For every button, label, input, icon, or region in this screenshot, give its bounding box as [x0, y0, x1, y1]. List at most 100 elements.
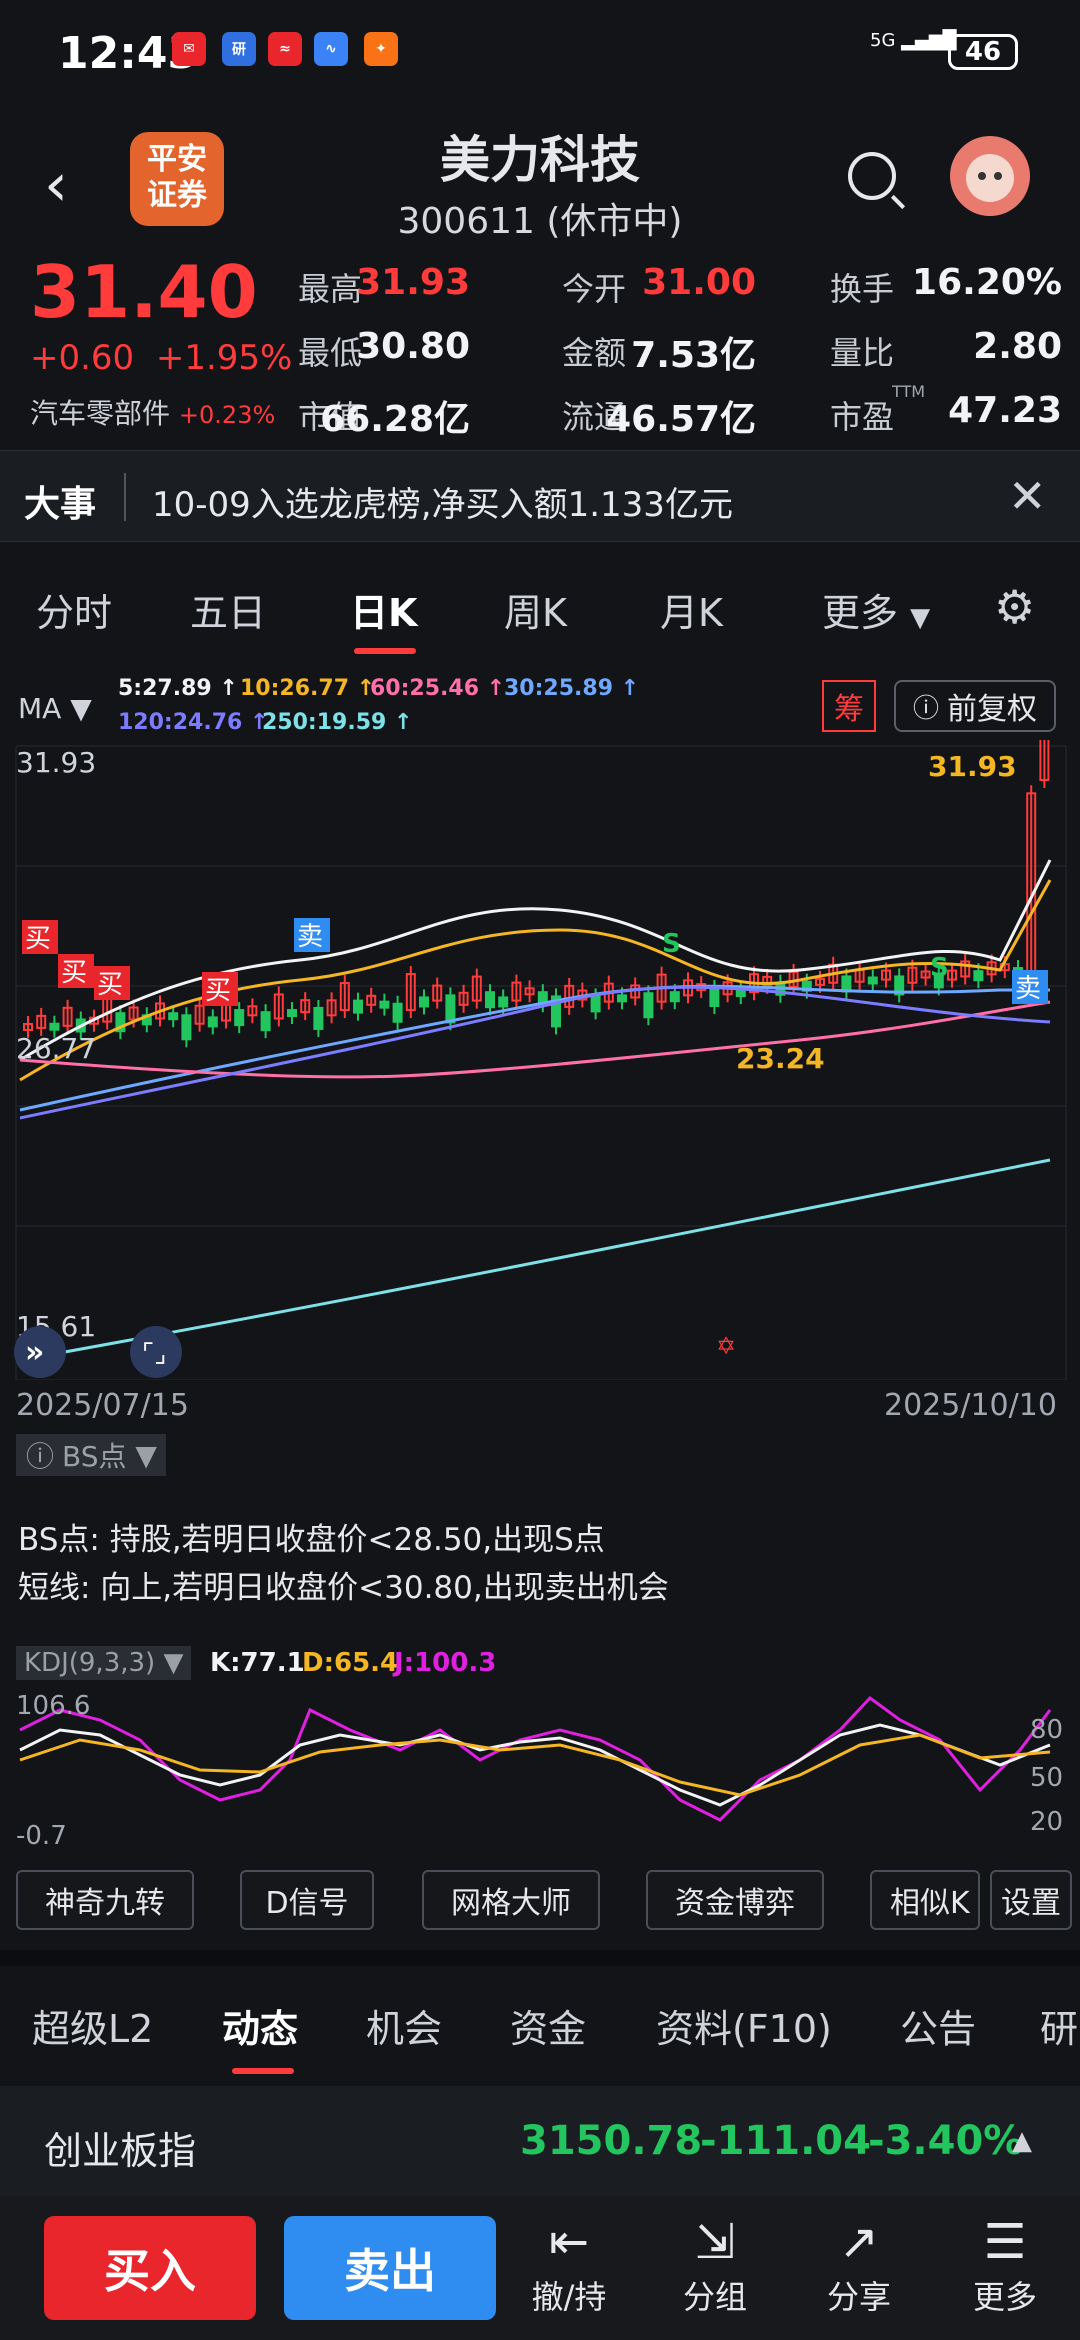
tool-grid-master[interactable]: 网格大师 — [422, 1870, 600, 1930]
sector-info[interactable]: 汽车零部件 +0.23% — [30, 392, 275, 432]
kdj-y-top: 106.6 — [16, 1691, 90, 1721]
active-tab-indicator — [354, 648, 416, 654]
svg-text:⌜⌟: ⌜⌟ — [142, 1339, 166, 1369]
event-star-icon[interactable]: ✡ — [716, 1332, 736, 1360]
adjust-mode-button[interactable]: ⓘ 前复权 — [894, 680, 1056, 732]
stock-header: ‹ 平安证券 美力科技 300611 (休市中) — [0, 110, 1080, 250]
kdj-y-bottom: -0.7 — [16, 1821, 67, 1850]
kdj-k-value: K:77.1 — [210, 1648, 305, 1678]
ma-selector[interactable]: MA ▼ — [18, 692, 92, 725]
tab-day-k[interactable]: 日K — [350, 582, 417, 637]
chevron-up-icon[interactable]: ▲ — [1012, 2126, 1032, 2156]
more-button[interactable]: ☰ 更多 — [950, 2212, 1060, 2318]
trough-label: 23.24 — [736, 1042, 825, 1075]
ma5-value: 5:27.89 ↑ — [118, 676, 238, 701]
ttm-label: TTM — [892, 382, 926, 401]
peak-label: 31.93 — [928, 750, 1017, 783]
share-button[interactable]: ↗ 分享 — [804, 2212, 914, 2318]
svg-text:卖: 卖 — [297, 922, 323, 952]
tab-f10[interactable]: 资料(F10) — [656, 1998, 832, 2053]
svg-text:买: 买 — [25, 924, 51, 954]
tab-week-k[interactable]: 周K — [504, 582, 567, 637]
app-notification-icon: 研 — [222, 32, 256, 66]
tool-d-signal[interactable]: D信号 — [240, 1870, 374, 1930]
tab-dynamics[interactable]: 动态 — [222, 1998, 298, 2053]
buy-signal-marker[interactable]: 买 — [202, 972, 238, 1006]
kdj-selector[interactable]: KDJ(9,3,3) ▼ — [16, 1646, 192, 1680]
app-notification-icon: ∿ — [314, 32, 348, 66]
svg-text:买: 买 — [61, 958, 87, 988]
avatar[interactable] — [950, 136, 1030, 216]
close-icon[interactable]: ✕ — [1008, 469, 1047, 523]
expand-left-icon[interactable]: » — [14, 1326, 66, 1378]
kdj-ref-20: 20 — [1030, 1807, 1063, 1837]
buy-button[interactable]: 买入 — [44, 2216, 256, 2320]
buy-signal-marker[interactable]: 买 — [22, 920, 58, 954]
search-icon[interactable] — [848, 152, 896, 200]
svg-text:»: » — [25, 1335, 44, 1370]
bs-point-selector[interactable]: ⓘ BS点 ▼ — [16, 1434, 166, 1476]
quote-label: 市盈 — [830, 398, 895, 436]
quote-value: 31.93 — [356, 262, 470, 303]
kdj-legend: KDJ(9,3,3) ▼ K:77.1 D:65.4 J:100.3 — [0, 1640, 1080, 1690]
sell-signal-marker[interactable]: 卖 — [1012, 970, 1048, 1004]
ma60-value: 60:25.46 ↑ — [370, 676, 506, 701]
index-change-pct: -3.40% — [868, 2118, 1024, 2164]
kdj-j-value: J:100.3 — [394, 1648, 497, 1678]
tab-more[interactable]: 更多 ▼ — [822, 582, 930, 637]
tab-five-day[interactable]: 五日 — [190, 582, 266, 637]
buy-signal-marker[interactable]: 买 — [58, 954, 94, 988]
tab-opportunity[interactable]: 机会 — [366, 1998, 442, 2053]
buy-signal-marker[interactable]: 买 — [94, 966, 130, 1000]
kdj-line — [19, 1733, 1051, 1797]
chart-period-tabs: 分时 五日 日K 周K 月K 更多 ▼ ⚙ — [0, 560, 1080, 660]
tab-announcements[interactable]: 公告 — [900, 1998, 976, 2053]
sell-signal-marker[interactable]: 卖 — [294, 918, 330, 952]
gear-icon[interactable]: ⚙ — [994, 580, 1035, 634]
quote-value: 7.53亿 — [631, 335, 756, 376]
market-index-bar[interactable]: 创业板指 3150.78 -111.04 -3.40% ▲ — [0, 2086, 1080, 2196]
fullscreen-icon[interactable]: ⌜⌟ — [130, 1326, 182, 1378]
tab-capital[interactable]: 资金 — [510, 1998, 586, 2053]
bs-hint-text: BS点: 持股,若明日收盘价<28.50,出现S点 短线: 向上,若明日收盘价<… — [18, 1516, 669, 1612]
tool-similar-k[interactable]: 相似K — [870, 1870, 980, 1930]
chevron-down-icon: ▼ — [910, 603, 931, 633]
info-icon: ⓘ — [26, 1440, 55, 1473]
divider — [0, 1950, 1080, 1966]
chip-distribution-button[interactable]: 筹 — [822, 680, 876, 732]
tab-minute[interactable]: 分时 — [36, 582, 112, 637]
tool-nine-turn[interactable]: 神奇九转 — [16, 1870, 194, 1930]
quote-value: 16.20% — [912, 262, 1062, 303]
end-date: 2025/10/10 — [884, 1388, 1057, 1423]
kdj-ref-50: 50 — [1030, 1763, 1063, 1793]
quote-label: 金额 — [562, 334, 627, 372]
y-axis-mid: 26.77 — [16, 1032, 96, 1065]
quote-value: 31.00 — [642, 262, 756, 303]
kdj-chart[interactable]: 106.6 -0.7 80 50 20 — [0, 1690, 1080, 1850]
app-notification-icon: ✦ — [364, 32, 398, 66]
start-date: 2025/07/15 — [16, 1388, 189, 1423]
tool-settings[interactable]: 设置 — [990, 1870, 1072, 1930]
quote-value: 66.28亿 — [320, 399, 470, 440]
quote-label: 今开 — [562, 270, 627, 308]
ma10-value: 10:26.77 ↑ — [240, 676, 376, 701]
group-button[interactable]: ⇲ 分组 — [660, 2212, 770, 2318]
candlestick-chart[interactable]: 31.93 26.77 15.61 31.93 23.24 买 买 买 买 卖 … — [0, 740, 1080, 1380]
bs-line: BS点: 持股,若明日收盘价<28.50,出现S点 — [18, 1522, 605, 1558]
tab-super-l2[interactable]: 超级L2 — [32, 1998, 153, 2053]
tab-month-k[interactable]: 月K — [660, 582, 723, 637]
quote-value: 2.80 — [973, 326, 1062, 367]
tool-capital-game[interactable]: 资金博弈 — [646, 1870, 824, 1930]
quote-value: 30.80 — [356, 326, 470, 367]
news-banner[interactable]: 大事 10-09入选龙虎榜,净买入额1.133亿元 ✕ — [0, 450, 1080, 542]
cancel-hold-button[interactable]: ⇤ 撤/持 — [514, 2212, 624, 2318]
svg-text:买: 买 — [205, 976, 231, 1006]
sell-button[interactable]: 卖出 — [284, 2216, 496, 2320]
news-tag: 大事 — [24, 484, 97, 525]
quote-panel: 31.40 +0.60 +1.95% 汽车零部件 +0.23% 最高 31.93 最… — [0, 250, 1080, 450]
index-value: 3150.78 — [520, 2118, 703, 2164]
tab-research[interactable]: 研 — [1040, 1998, 1078, 2053]
ma120-value: 120:24.76 ↑ — [118, 710, 269, 735]
share-icon: ↗ — [838, 2214, 880, 2270]
folder-icon: ⇲ — [694, 2214, 736, 2270]
